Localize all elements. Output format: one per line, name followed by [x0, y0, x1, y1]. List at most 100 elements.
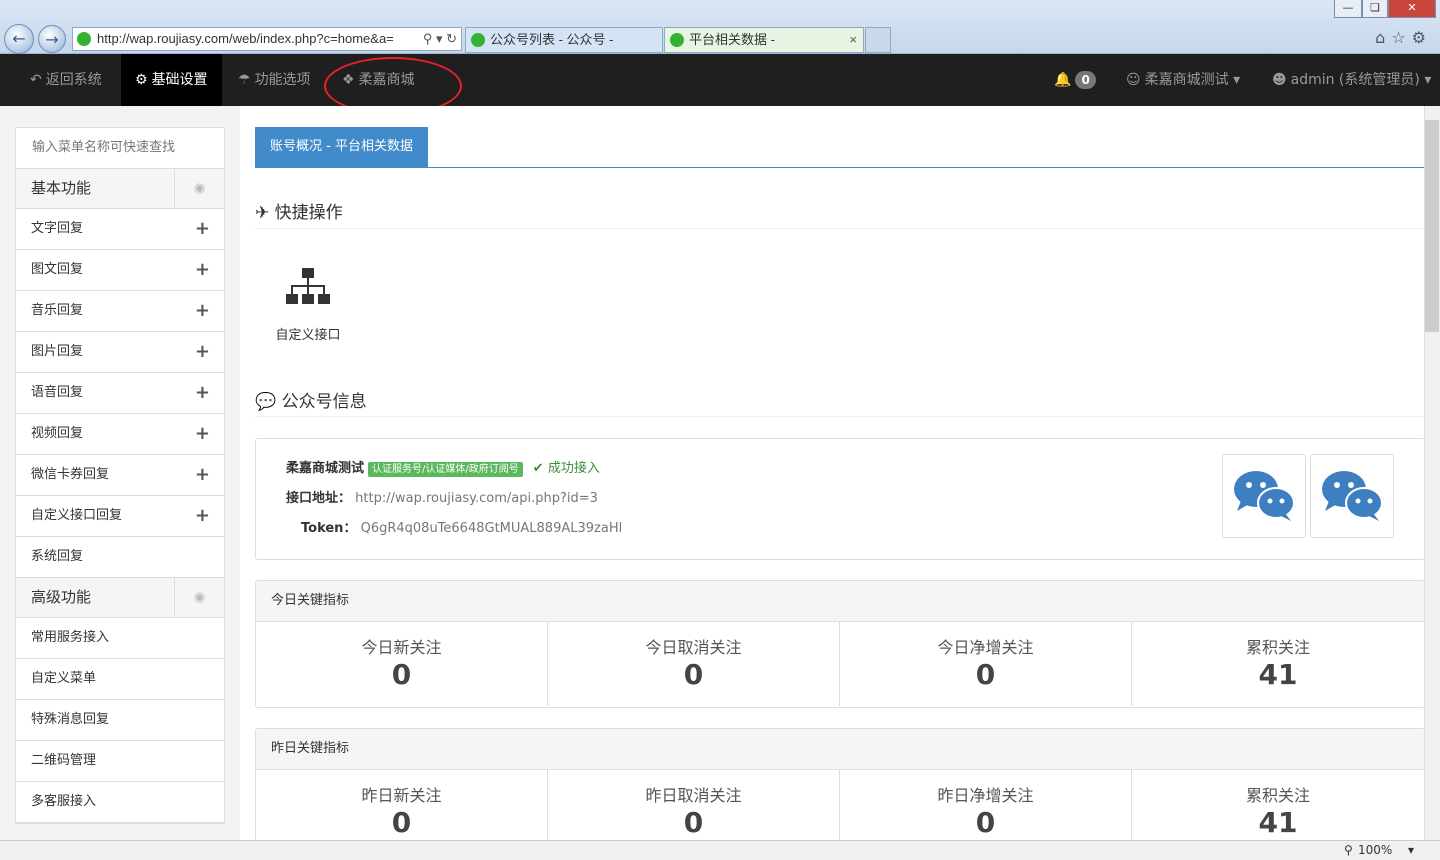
plus-icon[interactable]: +: [195, 373, 210, 413]
zoom-level[interactable]: 100%: [1358, 841, 1392, 860]
chevron-circle-icon[interactable]: ◉: [174, 169, 224, 208]
close-window-icon[interactable]: ✕: [1388, 0, 1436, 18]
minimize-icon[interactable]: —: [1334, 0, 1362, 18]
gear-icon: ⚙: [135, 72, 148, 88]
sidebar-menu-item[interactable]: 音乐回复 +: [16, 291, 224, 332]
sidebar-menu-label: 多客服接入: [31, 794, 97, 809]
sidebar-menu-label: 文字回复: [31, 221, 84, 236]
section-basic-functions[interactable]: 基本功能 ◉: [16, 169, 224, 209]
sidebar-menu-item[interactable]: 自定义接口回复 +: [16, 496, 224, 537]
sidebar-menu-label: 自定义接口回复: [31, 508, 123, 523]
plus-icon[interactable]: +: [195, 209, 210, 249]
user-icon: ☻: [1272, 72, 1287, 88]
quick-actions-title: ✈ 快捷操作: [255, 203, 343, 223]
quick-custom-interface[interactable]: 自定义接口: [268, 268, 348, 343]
yesterday-kpi-panel: 昨日关键指标 昨日新关注 0 昨日取消关注 0 昨日净增关注 0 累积关注 41: [255, 728, 1424, 840]
kpi-cell: 今日新关注 0: [256, 622, 548, 706]
browser-tab-label: 公众号列表 - 公众号 -: [490, 32, 614, 47]
nav-features[interactable]: ☂ 功能选项: [224, 54, 325, 106]
yesterday-kpi-header: 昨日关键指标: [256, 729, 1424, 770]
sidebar: 输入菜单名称可快速查找 基本功能 ◉ 文字回复 + 图文回复 + 音乐回复 + 图片回复 + 语音…: [15, 127, 225, 824]
sidebar-menu-item[interactable]: 系统回复: [16, 537, 224, 578]
section-advanced-functions[interactable]: 高级功能 ◉: [16, 578, 224, 618]
sidebar-menu-item[interactable]: 自定义菜单: [16, 659, 224, 700]
kpi-cell: 昨日净增关注 0: [840, 770, 1132, 840]
wechat-logo-icon: [1322, 471, 1383, 521]
sidebar-menu-label: 图文回复: [31, 262, 84, 277]
caret-down-icon: ▾: [1424, 72, 1432, 88]
scrollbar-thumb[interactable]: [1425, 120, 1439, 332]
plus-icon[interactable]: +: [195, 414, 210, 454]
sidebar-menu-item[interactable]: 特殊消息回复: [16, 700, 224, 741]
browser-tab-accounts[interactable]: 公众号列表 - 公众号 -: [465, 27, 663, 53]
bell-icon: 🔔: [1054, 72, 1072, 88]
plus-icon[interactable]: +: [195, 496, 210, 536]
user-menu[interactable]: ☻ admin (系统管理员) ▾: [1258, 54, 1440, 106]
plus-icon[interactable]: +: [195, 291, 210, 331]
sidebar-menu-item[interactable]: 二维码管理: [16, 741, 224, 782]
browser-tab-platform[interactable]: 平台相关数据 - ×: [664, 27, 864, 53]
kpi-cell: 昨日取消关注 0: [548, 770, 840, 840]
maximize-icon[interactable]: ❏: [1362, 0, 1388, 18]
advanced-functions-list: 常用服务接入 自定义菜单特殊消息回复 二维码管理多客服接入: [16, 618, 224, 823]
main-content: 账号概况 - 平台相关数据 ✈ 快捷操作 自定义接口 💬 公众号信息 柔嘉商城测…: [240, 106, 1424, 840]
nav-back-system[interactable]: ↶ 返回系统: [16, 54, 116, 106]
account-info-box: 柔嘉商城测试 认证服务号/认证媒体/政府订阅号 ✔ 成功接入 接口地址： http:…: [255, 438, 1424, 560]
account-avatar-2[interactable]: [1310, 454, 1394, 538]
notification-count-badge: 0: [1075, 71, 1096, 89]
sidebar-menu-label: 系统回复: [31, 549, 84, 564]
sidebar-menu-label: 音乐回复: [31, 303, 84, 318]
kpi-cell: 累积关注 41: [1245, 786, 1310, 839]
api-url: http://wap.roujiasy.com/api.php?id=3: [355, 491, 598, 506]
address-url: http://wap.roujiasy.com/web/index.php?c=…: [97, 31, 394, 46]
chevron-circle-icon[interactable]: ◉: [174, 578, 224, 617]
plus-icon[interactable]: +: [195, 250, 210, 290]
sidebar-menu-label: 二维码管理: [31, 753, 97, 768]
sidebar-menu-item[interactable]: 文字回复 +: [16, 209, 224, 250]
back-arrow-icon[interactable]: ←: [4, 24, 34, 54]
account-switcher[interactable]: ☺ 柔嘉商城测试 ▾: [1112, 54, 1254, 106]
umbrella-icon: ☂: [238, 72, 251, 88]
plus-icon[interactable]: +: [195, 332, 210, 372]
sidebar-menu-item[interactable]: 图文回复 +: [16, 250, 224, 291]
notifications[interactable]: 🔔 0: [1040, 54, 1110, 106]
basic-functions-list: 文字回复 + 图文回复 + 音乐回复 + 图片回复 + 语音回复 + 视频回复 + 微信卡券回复 + 自定义…: [16, 209, 224, 578]
account-name: 柔嘉商城测试: [286, 461, 365, 476]
menu-search-input[interactable]: 输入菜单名称可快速查找: [16, 128, 224, 169]
nav-basic-settings[interactable]: ⚙ 基础设置: [121, 54, 222, 106]
new-tab-button[interactable]: [865, 27, 891, 53]
wechat-logo-icon: [1234, 471, 1295, 521]
sidebar-menu-item[interactable]: 多客服接入: [16, 782, 224, 823]
sidebar-menu-label: 微信卡券回复: [31, 467, 110, 482]
tab-underline: [255, 167, 1424, 168]
close-tab-icon[interactable]: ×: [849, 28, 857, 52]
sidebar-menu-item[interactable]: 语音回复 +: [16, 373, 224, 414]
account-info-title: 💬 公众号信息: [255, 392, 367, 412]
sidebar-menu-item[interactable]: 常用服务接入: [16, 618, 224, 659]
account-name-row: 柔嘉商城测试 认证服务号/认证媒体/政府订阅号 ✔ 成功接入: [286, 457, 600, 477]
account-type-badge: 认证服务号/认证媒体/政府订阅号: [368, 462, 523, 477]
reply-arrow-icon: ↶: [30, 72, 42, 88]
kpi-cell: 累积关注 41: [1245, 638, 1310, 691]
sidebar-menu-item[interactable]: 微信卡券回复 +: [16, 455, 224, 496]
address-bar[interactable]: http://wap.roujiasy.com/web/index.php?c=…: [72, 27, 462, 51]
caret-down-icon: ▾: [1233, 72, 1241, 88]
tab-account-overview[interactable]: 账号概况 - 平台相关数据: [255, 127, 428, 167]
divider: [255, 228, 1424, 229]
account-avatar-1[interactable]: [1222, 454, 1306, 538]
today-kpi-panel: 今日关键指标 今日新关注 0 今日取消关注 0 今日净增关注 0 累积关注 41: [255, 580, 1424, 708]
sidebar-menu-label: 视频回复: [31, 426, 84, 441]
caret-down-icon[interactable]: ▾: [1408, 841, 1414, 860]
kpi-cell: 昨日新关注 0: [256, 770, 548, 840]
forward-arrow-icon[interactable]: →: [38, 25, 66, 53]
search-refresh-icon[interactable]: ⚲ ▾ ↻: [418, 28, 457, 50]
plane-icon: ✈: [255, 203, 270, 223]
kpi-cell: 今日取消关注 0: [548, 622, 840, 706]
connected-status: ✔ 成功接入: [532, 461, 600, 476]
sidebar-menu-label: 特殊消息回复: [31, 712, 110, 727]
sidebar-menu-item[interactable]: 视频回复 +: [16, 414, 224, 455]
divider: [255, 416, 1424, 417]
sidebar-menu-item[interactable]: 图片回复 +: [16, 332, 224, 373]
plus-icon[interactable]: +: [195, 455, 210, 495]
ie-toolbar-icons[interactable]: ⌂☆⚙: [1375, 28, 1432, 47]
